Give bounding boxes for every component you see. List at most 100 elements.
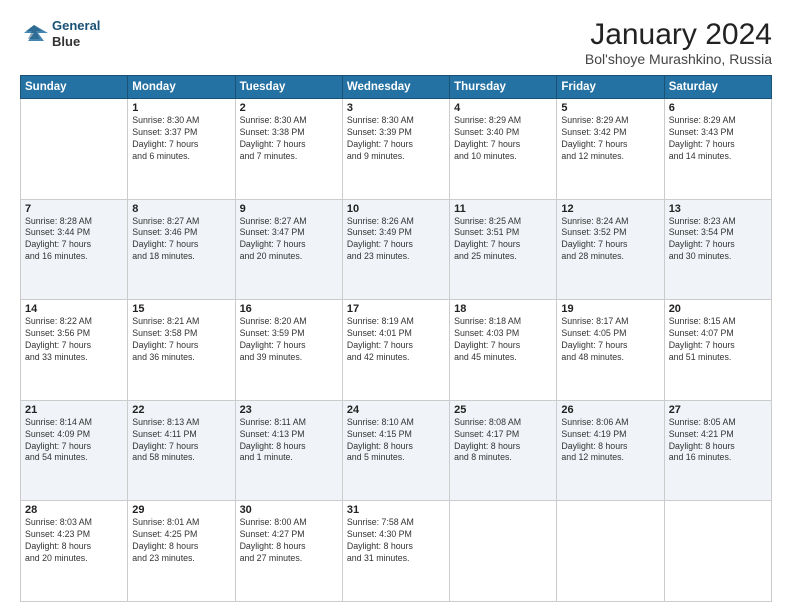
calendar-cell: 15Sunrise: 8:21 AM Sunset: 3:58 PM Dayli…	[128, 300, 235, 401]
cell-content: Sunrise: 8:17 AM Sunset: 4:05 PM Dayligh…	[561, 316, 659, 364]
calendar-cell: 29Sunrise: 8:01 AM Sunset: 4:25 PM Dayli…	[128, 501, 235, 602]
cell-content: Sunrise: 7:58 AM Sunset: 4:30 PM Dayligh…	[347, 517, 445, 565]
day-number: 9	[240, 203, 338, 215]
cell-content: Sunrise: 8:28 AM Sunset: 3:44 PM Dayligh…	[25, 216, 123, 264]
logo: General Blue	[20, 18, 100, 49]
calendar-cell: 21Sunrise: 8:14 AM Sunset: 4:09 PM Dayli…	[21, 400, 128, 501]
logo-icon	[20, 23, 48, 45]
title-block: January 2024 Bol'shoye Murashkino, Russi…	[585, 18, 772, 67]
calendar-header-tuesday: Tuesday	[235, 76, 342, 99]
calendar-header-wednesday: Wednesday	[342, 76, 449, 99]
calendar-table: SundayMondayTuesdayWednesdayThursdayFrid…	[20, 75, 772, 602]
calendar-cell: 1Sunrise: 8:30 AM Sunset: 3:37 PM Daylig…	[128, 99, 235, 200]
cell-content: Sunrise: 8:30 AM Sunset: 3:38 PM Dayligh…	[240, 115, 338, 163]
cell-content: Sunrise: 8:30 AM Sunset: 3:39 PM Dayligh…	[347, 115, 445, 163]
calendar-header-row: SundayMondayTuesdayWednesdayThursdayFrid…	[21, 76, 772, 99]
day-number: 15	[132, 303, 230, 315]
calendar-cell: 3Sunrise: 8:30 AM Sunset: 3:39 PM Daylig…	[342, 99, 449, 200]
day-number: 12	[561, 203, 659, 215]
cell-content: Sunrise: 8:26 AM Sunset: 3:49 PM Dayligh…	[347, 216, 445, 264]
cell-content: Sunrise: 8:23 AM Sunset: 3:54 PM Dayligh…	[669, 216, 767, 264]
day-number: 17	[347, 303, 445, 315]
day-number: 26	[561, 404, 659, 416]
day-number: 10	[347, 203, 445, 215]
day-number: 16	[240, 303, 338, 315]
day-number: 25	[454, 404, 552, 416]
calendar-cell	[450, 501, 557, 602]
calendar-cell: 27Sunrise: 8:05 AM Sunset: 4:21 PM Dayli…	[664, 400, 771, 501]
calendar-cell: 18Sunrise: 8:18 AM Sunset: 4:03 PM Dayli…	[450, 300, 557, 401]
calendar-cell: 22Sunrise: 8:13 AM Sunset: 4:11 PM Dayli…	[128, 400, 235, 501]
calendar-cell: 6Sunrise: 8:29 AM Sunset: 3:43 PM Daylig…	[664, 99, 771, 200]
day-number: 24	[347, 404, 445, 416]
cell-content: Sunrise: 8:05 AM Sunset: 4:21 PM Dayligh…	[669, 417, 767, 465]
cell-content: Sunrise: 8:29 AM Sunset: 3:42 PM Dayligh…	[561, 115, 659, 163]
cell-content: Sunrise: 8:18 AM Sunset: 4:03 PM Dayligh…	[454, 316, 552, 364]
calendar-cell: 28Sunrise: 8:03 AM Sunset: 4:23 PM Dayli…	[21, 501, 128, 602]
calendar-cell: 7Sunrise: 8:28 AM Sunset: 3:44 PM Daylig…	[21, 199, 128, 300]
page: General Blue January 2024 Bol'shoye Mura…	[0, 0, 792, 612]
day-number: 6	[669, 102, 767, 114]
cell-content: Sunrise: 8:30 AM Sunset: 3:37 PM Dayligh…	[132, 115, 230, 163]
calendar-cell: 16Sunrise: 8:20 AM Sunset: 3:59 PM Dayli…	[235, 300, 342, 401]
header: General Blue January 2024 Bol'shoye Mura…	[20, 18, 772, 67]
day-number: 1	[132, 102, 230, 114]
calendar-cell	[21, 99, 128, 200]
calendar-cell: 9Sunrise: 8:27 AM Sunset: 3:47 PM Daylig…	[235, 199, 342, 300]
day-number: 28	[25, 504, 123, 516]
subtitle: Bol'shoye Murashkino, Russia	[585, 51, 772, 67]
calendar-cell	[557, 501, 664, 602]
day-number: 7	[25, 203, 123, 215]
calendar-cell: 17Sunrise: 8:19 AM Sunset: 4:01 PM Dayli…	[342, 300, 449, 401]
main-title: January 2024	[585, 18, 772, 51]
calendar-cell: 19Sunrise: 8:17 AM Sunset: 4:05 PM Dayli…	[557, 300, 664, 401]
cell-content: Sunrise: 8:27 AM Sunset: 3:47 PM Dayligh…	[240, 216, 338, 264]
calendar-cell: 24Sunrise: 8:10 AM Sunset: 4:15 PM Dayli…	[342, 400, 449, 501]
calendar-cell	[664, 501, 771, 602]
day-number: 21	[25, 404, 123, 416]
cell-content: Sunrise: 8:11 AM Sunset: 4:13 PM Dayligh…	[240, 417, 338, 465]
cell-content: Sunrise: 8:19 AM Sunset: 4:01 PM Dayligh…	[347, 316, 445, 364]
cell-content: Sunrise: 8:08 AM Sunset: 4:17 PM Dayligh…	[454, 417, 552, 465]
calendar-header-friday: Friday	[557, 76, 664, 99]
day-number: 3	[347, 102, 445, 114]
cell-content: Sunrise: 8:29 AM Sunset: 3:40 PM Dayligh…	[454, 115, 552, 163]
calendar-week-row: 7Sunrise: 8:28 AM Sunset: 3:44 PM Daylig…	[21, 199, 772, 300]
calendar-week-row: 1Sunrise: 8:30 AM Sunset: 3:37 PM Daylig…	[21, 99, 772, 200]
day-number: 29	[132, 504, 230, 516]
cell-content: Sunrise: 8:10 AM Sunset: 4:15 PM Dayligh…	[347, 417, 445, 465]
day-number: 11	[454, 203, 552, 215]
calendar-cell: 5Sunrise: 8:29 AM Sunset: 3:42 PM Daylig…	[557, 99, 664, 200]
day-number: 31	[347, 504, 445, 516]
day-number: 13	[669, 203, 767, 215]
calendar-cell: 14Sunrise: 8:22 AM Sunset: 3:56 PM Dayli…	[21, 300, 128, 401]
cell-content: Sunrise: 8:00 AM Sunset: 4:27 PM Dayligh…	[240, 517, 338, 565]
cell-content: Sunrise: 8:01 AM Sunset: 4:25 PM Dayligh…	[132, 517, 230, 565]
calendar-cell: 26Sunrise: 8:06 AM Sunset: 4:19 PM Dayli…	[557, 400, 664, 501]
cell-content: Sunrise: 8:03 AM Sunset: 4:23 PM Dayligh…	[25, 517, 123, 565]
cell-content: Sunrise: 8:14 AM Sunset: 4:09 PM Dayligh…	[25, 417, 123, 465]
calendar-cell: 23Sunrise: 8:11 AM Sunset: 4:13 PM Dayli…	[235, 400, 342, 501]
day-number: 5	[561, 102, 659, 114]
cell-content: Sunrise: 8:21 AM Sunset: 3:58 PM Dayligh…	[132, 316, 230, 364]
calendar-week-row: 21Sunrise: 8:14 AM Sunset: 4:09 PM Dayli…	[21, 400, 772, 501]
day-number: 18	[454, 303, 552, 315]
calendar-header-sunday: Sunday	[21, 76, 128, 99]
cell-content: Sunrise: 8:27 AM Sunset: 3:46 PM Dayligh…	[132, 216, 230, 264]
day-number: 4	[454, 102, 552, 114]
calendar-cell: 10Sunrise: 8:26 AM Sunset: 3:49 PM Dayli…	[342, 199, 449, 300]
calendar-cell: 8Sunrise: 8:27 AM Sunset: 3:46 PM Daylig…	[128, 199, 235, 300]
cell-content: Sunrise: 8:25 AM Sunset: 3:51 PM Dayligh…	[454, 216, 552, 264]
calendar-cell: 30Sunrise: 8:00 AM Sunset: 4:27 PM Dayli…	[235, 501, 342, 602]
cell-content: Sunrise: 8:06 AM Sunset: 4:19 PM Dayligh…	[561, 417, 659, 465]
cell-content: Sunrise: 8:20 AM Sunset: 3:59 PM Dayligh…	[240, 316, 338, 364]
day-number: 19	[561, 303, 659, 315]
cell-content: Sunrise: 8:15 AM Sunset: 4:07 PM Dayligh…	[669, 316, 767, 364]
cell-content: Sunrise: 8:29 AM Sunset: 3:43 PM Dayligh…	[669, 115, 767, 163]
day-number: 2	[240, 102, 338, 114]
logo-text: General Blue	[52, 18, 100, 49]
calendar-week-row: 28Sunrise: 8:03 AM Sunset: 4:23 PM Dayli…	[21, 501, 772, 602]
day-number: 22	[132, 404, 230, 416]
calendar-header-monday: Monday	[128, 76, 235, 99]
day-number: 8	[132, 203, 230, 215]
